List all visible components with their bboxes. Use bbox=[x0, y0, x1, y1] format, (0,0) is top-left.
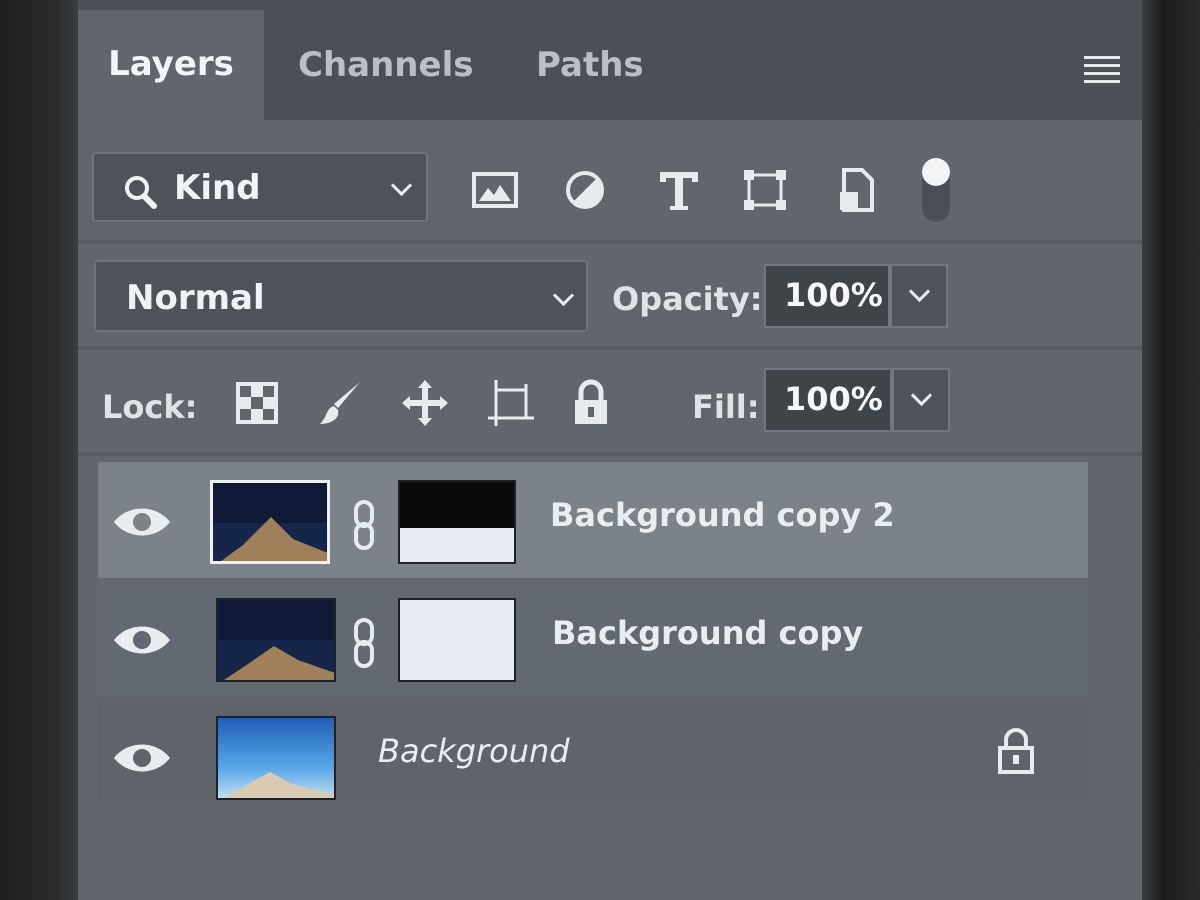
monitor-bezel-right bbox=[1142, 0, 1200, 900]
layer-thumbnail[interactable] bbox=[216, 716, 336, 800]
gradient-mask-thumbnail bbox=[400, 482, 514, 562]
chevron-down-icon bbox=[552, 284, 575, 307]
eye-visibility-icon[interactable] bbox=[112, 506, 172, 538]
adjustment-layer-filter-icon[interactable] bbox=[560, 168, 610, 212]
pixel-layer-filter-icon[interactable] bbox=[470, 168, 520, 212]
filter-kind-label: Kind bbox=[174, 168, 261, 208]
layer-thumbnail[interactable] bbox=[210, 480, 330, 564]
layer-name[interactable]: Background copy 2 bbox=[550, 496, 895, 534]
lock-position-icon[interactable] bbox=[400, 378, 450, 428]
panel-menu-icon[interactable] bbox=[1084, 56, 1120, 83]
panel-tab-bar: Layers Channels Paths bbox=[78, 0, 1142, 120]
mountain-image-thumbnail bbox=[213, 483, 327, 561]
lock-all-icon[interactable] bbox=[566, 378, 616, 428]
blend-mode-select[interactable]: Normal bbox=[94, 260, 588, 332]
divider bbox=[78, 452, 1142, 456]
opacity-label: Opacity: bbox=[612, 280, 763, 318]
opacity-input[interactable]: 100% bbox=[764, 264, 890, 328]
monitor-bezel-left bbox=[0, 0, 78, 900]
filter-kind-select[interactable]: Kind bbox=[92, 152, 428, 222]
chevron-down-icon bbox=[910, 384, 933, 407]
eye-visibility-icon[interactable] bbox=[112, 624, 172, 656]
link-chain-icon[interactable] bbox=[352, 500, 376, 550]
white-mask-thumbnail bbox=[400, 600, 514, 680]
lock-label: Lock: bbox=[102, 388, 198, 426]
fill-dropdown[interactable] bbox=[892, 368, 950, 432]
lock-artboard-icon[interactable] bbox=[486, 378, 536, 428]
link-chain-icon[interactable] bbox=[352, 618, 376, 668]
divider bbox=[78, 346, 1142, 350]
layer-name[interactable]: Background bbox=[378, 732, 570, 770]
layer-row[interactable]: Background copy bbox=[98, 580, 1088, 696]
opacity-dropdown[interactable] bbox=[890, 264, 948, 328]
divider bbox=[78, 240, 1142, 244]
fill-label: Fill: bbox=[692, 388, 760, 426]
lock-image-pixels-icon[interactable] bbox=[316, 378, 366, 428]
search-icon bbox=[125, 176, 157, 209]
fill-input[interactable]: 100% bbox=[764, 368, 892, 432]
layer-name[interactable]: Background copy bbox=[552, 614, 863, 652]
sky-image-thumbnail bbox=[218, 718, 334, 798]
layer-thumbnail[interactable] bbox=[216, 598, 336, 682]
filter-toggle-icon[interactable] bbox=[918, 154, 954, 226]
lock-transparent-pixels-icon[interactable] bbox=[232, 378, 282, 428]
chevron-down-icon bbox=[908, 280, 931, 303]
layer-mask-thumbnail[interactable] bbox=[398, 598, 516, 682]
layer-row[interactable]: Background copy 2 bbox=[98, 462, 1088, 578]
layer-mask-thumbnail[interactable] bbox=[398, 480, 516, 564]
lock-icon bbox=[998, 728, 1034, 774]
eye-visibility-icon[interactable] bbox=[112, 742, 172, 774]
smart-object-filter-icon[interactable] bbox=[832, 168, 882, 212]
tab-channels[interactable]: Channels bbox=[298, 30, 473, 120]
shape-layer-filter-icon[interactable] bbox=[740, 168, 790, 212]
mountain-image-thumbnail bbox=[218, 600, 334, 680]
type-layer-filter-icon[interactable] bbox=[654, 168, 704, 212]
layers-panel: Layers Channels Paths Kind Normal Opacit… bbox=[78, 0, 1142, 900]
chevron-down-icon bbox=[390, 174, 413, 197]
tab-layers[interactable]: Layers bbox=[78, 10, 264, 120]
blend-mode-label: Normal bbox=[126, 278, 265, 318]
layer-row[interactable]: Background bbox=[98, 698, 1088, 804]
tab-paths[interactable]: Paths bbox=[536, 30, 644, 120]
